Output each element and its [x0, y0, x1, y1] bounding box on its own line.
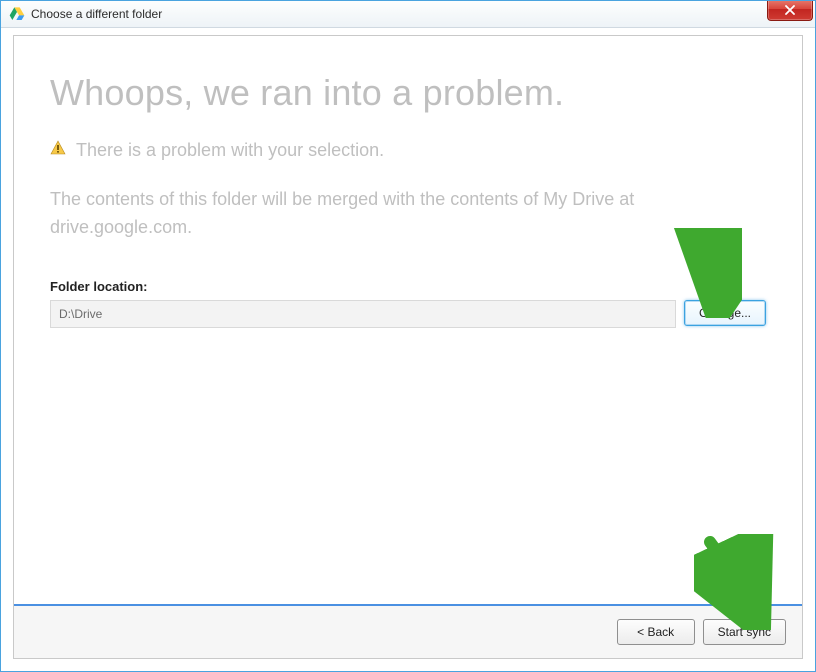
google-drive-icon: [9, 6, 25, 22]
description-text: The contents of this folder will be merg…: [50, 185, 766, 241]
folder-path-field: D:\Drive: [50, 300, 676, 328]
titlebar: Choose a different folder: [1, 1, 815, 28]
dialog-body: Whoops, we ran into a problem. There is …: [13, 35, 803, 659]
warning-text: There is a problem with your selection.: [76, 140, 384, 161]
back-button[interactable]: < Back: [617, 619, 695, 645]
page-heading: Whoops, we ran into a problem.: [50, 72, 766, 114]
close-icon: [784, 5, 796, 15]
warning-row: There is a problem with your selection.: [50, 140, 766, 161]
close-button[interactable]: [767, 0, 813, 21]
content-area: Whoops, we ran into a problem. There is …: [14, 36, 802, 328]
start-sync-button[interactable]: Start sync: [703, 619, 786, 645]
change-button[interactable]: Change...: [684, 300, 766, 326]
folder-path-row: D:\Drive Change...: [50, 300, 766, 328]
dialog-window: Choose a different folder Whoops, we ran…: [0, 0, 816, 672]
window-title: Choose a different folder: [31, 7, 162, 21]
dialog-footer: < Back Start sync: [14, 604, 802, 658]
warning-icon: [50, 140, 66, 161]
folder-location-label: Folder location:: [50, 279, 766, 294]
